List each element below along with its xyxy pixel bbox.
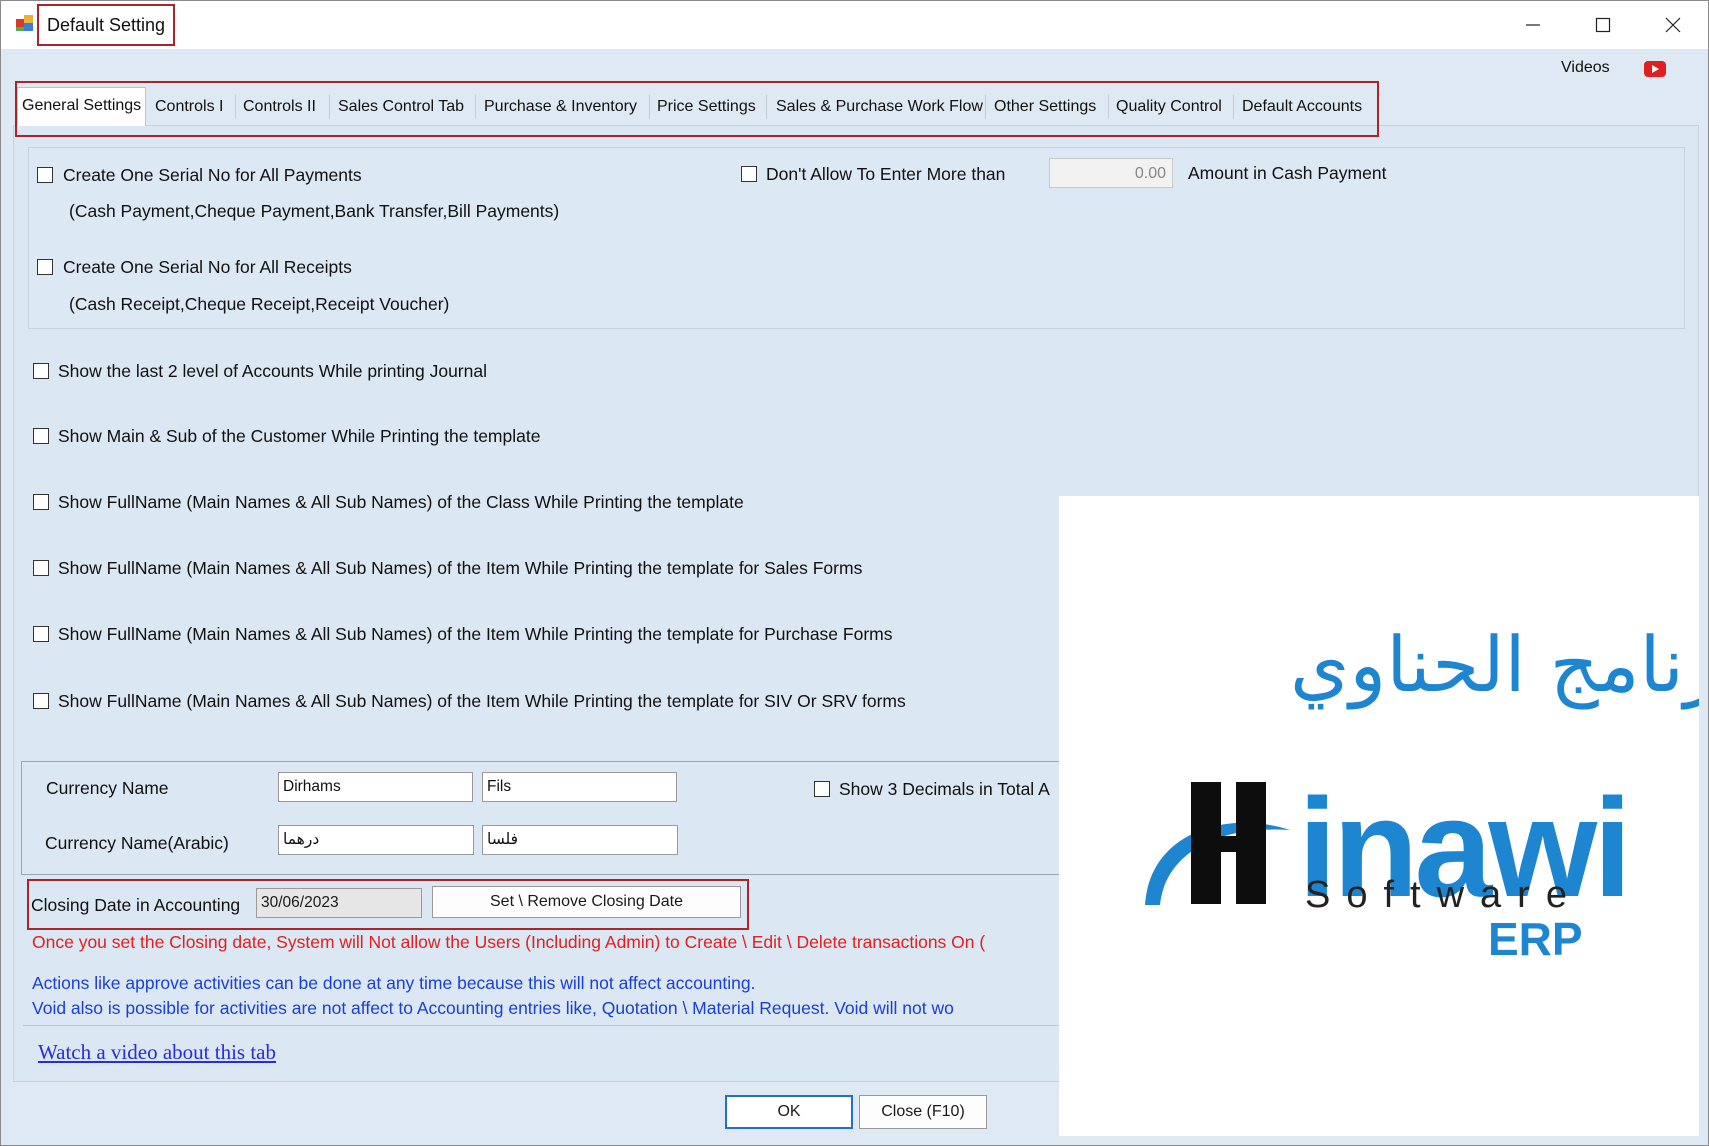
amount-suffix-label: Amount in Cash Payment <box>1188 163 1387 183</box>
option-label-6: Show FullName (Main Names & All Sub Name… <box>58 691 906 711</box>
serial-payments-note: (Cash Payment,Cheque Payment,Bank Transf… <box>69 201 560 221</box>
option-label-2: Show Main & Sub of the Customer While Pr… <box>58 426 541 446</box>
tab-price-settings[interactable]: Price Settings <box>657 89 756 125</box>
tab-default-accounts[interactable]: Default Accounts <box>1242 89 1362 125</box>
max-cash-amount-input[interactable]: 0.00 <box>1049 158 1173 188</box>
tab-separator <box>1233 95 1234 119</box>
youtube-icon[interactable] <box>1644 61 1666 77</box>
window-title: Default Setting <box>37 4 176 46</box>
tab-separator <box>985 95 986 119</box>
set-remove-closing-date-button[interactable]: Set \ Remove Closing Date <box>432 886 741 918</box>
close-window-button[interactable] <box>1643 1 1703 49</box>
currency-subunit-input[interactable]: Fils <box>482 772 677 802</box>
option-checkbox-3[interactable] <box>33 494 49 510</box>
divider <box>23 1025 1063 1026</box>
serial-payments-label: Create One Serial No for All Payments <box>63 165 362 185</box>
watch-video-link[interactable]: Watch a video about this tab <box>38 1040 276 1065</box>
maximize-icon <box>1595 17 1611 33</box>
serial-receipts-label: Create One Serial No for All Receipts <box>63 257 352 277</box>
show-3-decimals-checkbox[interactable] <box>814 781 830 797</box>
logo-arabic-text: برنامج الحناوي <box>1290 620 1699 709</box>
option-checkbox-1[interactable] <box>33 363 49 379</box>
tab-separator <box>1108 95 1109 119</box>
logo-erp-text: ERP <box>1488 913 1583 965</box>
tab-separator <box>235 95 236 119</box>
closing-date-label: Closing Date in Accounting <box>31 895 241 915</box>
tab-quality-control[interactable]: Quality Control <box>1116 89 1222 125</box>
show-3-decimals-label: Show 3 Decimals in Total A <box>839 779 1050 799</box>
logo-software-text: Software <box>1305 874 1583 916</box>
tab-sales-control[interactable]: Sales Control Tab <box>338 89 464 125</box>
title-bar: Default Setting <box>1 1 1708 49</box>
option-checkbox-5[interactable] <box>33 626 49 642</box>
currency-arabic-subunit-input[interactable]: فلسا <box>482 825 678 855</box>
tab-general-settings[interactable]: General Settings <box>17 87 147 126</box>
tab-separator <box>475 95 476 119</box>
tab-separator <box>649 95 650 119</box>
option-label-1: Show the last 2 level of Accounts While … <box>58 361 487 381</box>
closing-warning-text: Once you set the Closing date, System wi… <box>32 932 986 952</box>
tab-sales-purchase-workflow[interactable]: Sales & Purchase Work Flow <box>776 89 983 125</box>
app-icon <box>16 15 33 31</box>
currency-arabic-label: Currency Name(Arabic) <box>45 833 229 853</box>
tab-purchase-inventory[interactable]: Purchase & Inventory <box>484 89 637 125</box>
tab-controls-2[interactable]: Controls II <box>243 89 316 125</box>
option-checkbox-4[interactable] <box>33 560 49 576</box>
info-text-1: Actions like approve activities can be d… <box>32 973 756 993</box>
dont-allow-label: Don't Allow To Enter More than <box>766 164 1006 184</box>
tab-controls-1[interactable]: Controls I <box>155 89 223 125</box>
close-icon <box>1665 17 1681 33</box>
maximize-button[interactable] <box>1573 1 1633 49</box>
currency-name-label: Currency Name <box>46 778 169 798</box>
currency-arabic-input[interactable]: درهما <box>278 825 474 855</box>
closing-date-input[interactable]: 30/06/2023 <box>256 888 422 918</box>
serial-payments-checkbox[interactable] <box>37 167 53 183</box>
option-label-3: Show FullName (Main Names & All Sub Name… <box>58 492 744 512</box>
tab-other-settings[interactable]: Other Settings <box>994 89 1096 125</box>
option-checkbox-2[interactable] <box>33 428 49 444</box>
videos-label[interactable]: Videos <box>1561 59 1610 77</box>
option-label-5: Show FullName (Main Names & All Sub Name… <box>58 624 893 644</box>
option-label-4: Show FullName (Main Names & All Sub Name… <box>58 558 863 578</box>
minimize-icon <box>1526 24 1540 26</box>
currency-name-input[interactable]: Dirhams <box>278 772 473 802</box>
ok-button[interactable]: OK <box>725 1095 853 1129</box>
tab-separator <box>329 95 330 119</box>
tab-separator <box>766 95 767 119</box>
serial-receipts-note: (Cash Receipt,Cheque Receipt,Receipt Vou… <box>69 294 450 314</box>
option-checkbox-6[interactable] <box>33 693 49 709</box>
serial-receipts-checkbox[interactable] <box>37 259 53 275</box>
close-f10-button[interactable]: Close (F10) <box>859 1095 987 1129</box>
logo-overlay: برنامج الحناوي inawi Software ERP <box>1059 496 1699 1136</box>
dont-allow-checkbox[interactable] <box>741 166 757 182</box>
minimize-button[interactable] <box>1503 1 1563 49</box>
info-text-2: Void also is possible for activities are… <box>32 998 954 1018</box>
